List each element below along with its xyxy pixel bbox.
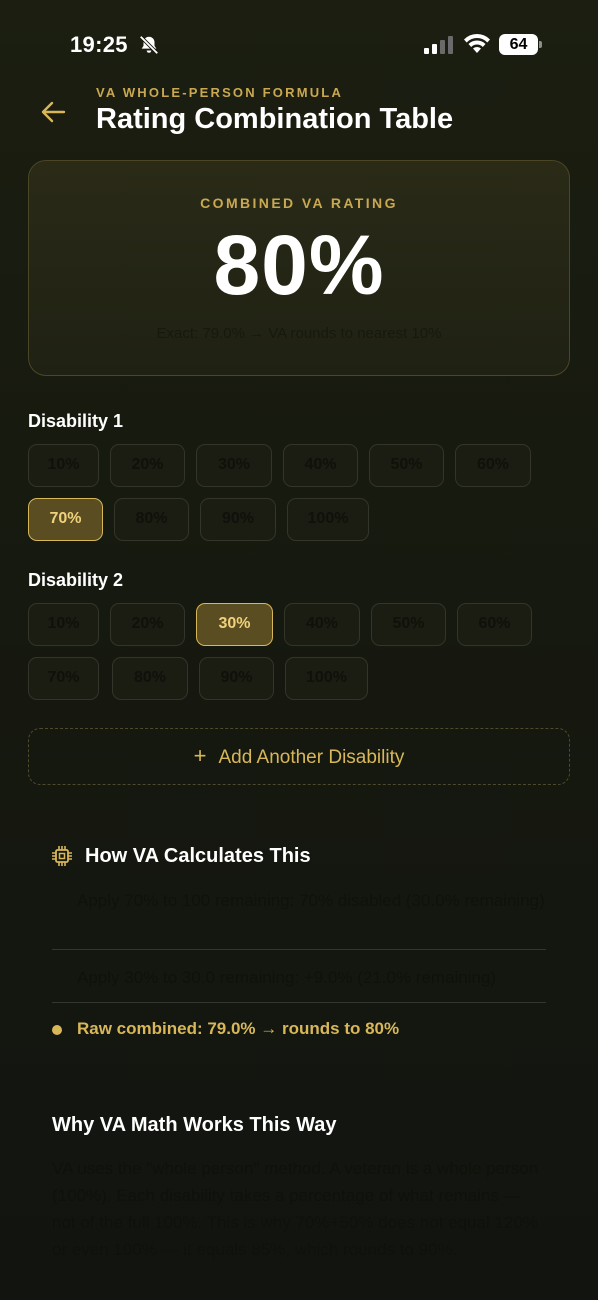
disability-1-option[interactable]: 50%	[369, 444, 444, 487]
disability-2-option[interactable]: 100%	[285, 657, 368, 700]
combined-rating-note: Exact: 79.0% → VA rounds to nearest 10%	[156, 325, 442, 342]
cpu-chip-icon	[52, 846, 72, 866]
header-eyebrow: VA WHOLE-PERSON FORMULA	[96, 85, 344, 100]
disability-2-option[interactable]: 10%	[28, 603, 99, 646]
battery-nub	[539, 41, 542, 48]
disability-2-option[interactable]: 30%	[196, 603, 273, 646]
disability-1-option[interactable]: 90%	[200, 498, 276, 541]
disability-2-option[interactable]: 90%	[199, 657, 274, 700]
disability-2-label: Disability 2	[28, 570, 124, 590]
combined-rating-card: COMBINED VA RATING 80% Exact: 79.0% → VA…	[28, 160, 570, 376]
screen: 19:25 64 VA WHOLE-PERSON FORMULA Rating …	[0, 0, 598, 1300]
page-title: Rating Combination Table	[96, 103, 454, 135]
raw-combined-result: Raw combined: 79.0% → rounds to 80%	[77, 1019, 400, 1038]
disability-1-option[interactable]: 100%	[287, 498, 369, 541]
disability-2-option[interactable]: 20%	[110, 603, 185, 646]
disability-2-option[interactable]: 40%	[284, 603, 360, 646]
disability-1-option[interactable]: 60%	[455, 444, 531, 487]
combined-rating-label: COMBINED VA RATING	[200, 195, 398, 211]
add-disability-button[interactable]: + Add Another Disability	[28, 728, 570, 785]
step-divider	[52, 1002, 546, 1003]
disability-1-option[interactable]: 80%	[114, 498, 189, 541]
combined-rating-value: 80%	[213, 218, 385, 312]
why-section-body: VA uses the "whole person" method. A vet…	[52, 1159, 539, 1259]
status-time: 19:25	[70, 32, 128, 57]
disability-1-option[interactable]: 70%	[28, 498, 103, 541]
disability-1-option[interactable]: 20%	[110, 444, 185, 487]
disability-1-label: Disability 1	[28, 411, 124, 431]
why-section-title: Why VA Math Works This Way	[52, 1114, 337, 1136]
disability-1-option[interactable]: 10%	[28, 444, 99, 487]
bell-muted-icon	[139, 35, 159, 55]
wifi-icon	[464, 33, 490, 53]
calculation-step: Apply 70% to 100 remaining: 70% disabled…	[77, 891, 545, 910]
disability-2-option[interactable]: 70%	[28, 657, 99, 700]
how-section-title: How VA Calculates This	[85, 845, 311, 867]
disability-2-option[interactable]: 60%	[457, 603, 532, 646]
step-divider	[52, 949, 546, 950]
cellular-signal-icon	[424, 36, 453, 54]
disability-2-option[interactable]: 80%	[112, 657, 188, 700]
bullet-dot	[52, 1025, 62, 1035]
battery-indicator: 64	[499, 34, 543, 55]
calculation-step: Apply 30% to 30.0 remaining: +9.0% (21.0…	[77, 968, 497, 987]
plus-icon: +	[193, 743, 207, 768]
battery-level: 64	[499, 34, 538, 55]
status-bar: 19:25 64	[0, 0, 598, 90]
disability-2-option[interactable]: 50%	[371, 603, 446, 646]
disability-1-option[interactable]: 30%	[196, 444, 272, 487]
back-arrow-icon[interactable]	[40, 100, 66, 124]
add-disability-label: Add Another Disability	[218, 747, 405, 768]
disability-1-option[interactable]: 40%	[283, 444, 358, 487]
